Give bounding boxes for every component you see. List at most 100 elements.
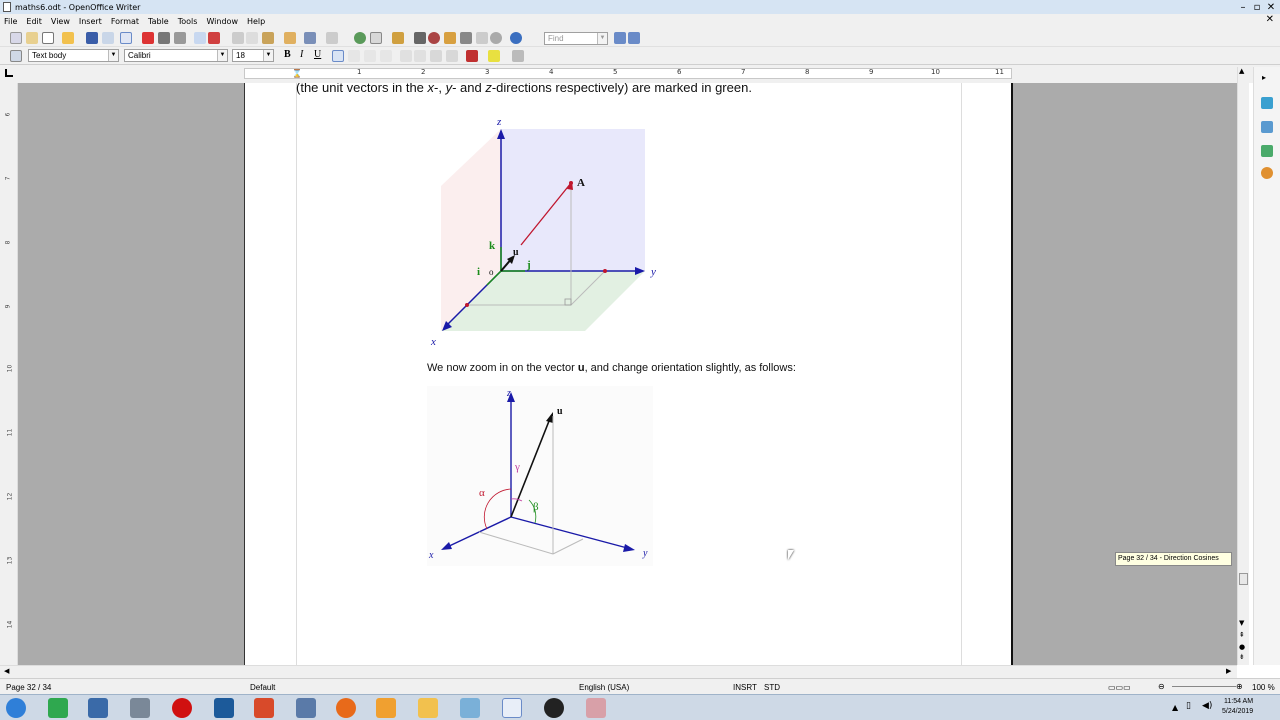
status-language[interactable]: English (USA) <box>579 683 629 692</box>
new-document-icon[interactable] <box>10 32 22 44</box>
edit-mode-icon[interactable] <box>120 32 132 44</box>
menu-format[interactable]: Format <box>111 17 139 26</box>
scroll-left-icon[interactable]: ◀ <box>4 667 9 675</box>
media-player-icon[interactable] <box>376 698 396 718</box>
styles-formatting-icon[interactable] <box>10 50 22 62</box>
chevron-down-icon[interactable]: ▼ <box>217 50 227 61</box>
numbering-icon[interactable] <box>400 50 412 62</box>
align-left-icon[interactable] <box>332 50 344 62</box>
document-workspace[interactable]: (the unit vectors in the x -, y - and z -di… <box>18 83 1237 665</box>
status-page-style[interactable]: Default <box>250 683 275 692</box>
nonprinting-chars-icon[interactable] <box>476 32 488 44</box>
vertical-scrollbar[interactable]: ▲ ▼ ⇞ ● ⇟ <box>1237 67 1249 665</box>
properties-icon[interactable] <box>1261 97 1273 109</box>
paragraph-style-select[interactable]: Text body ▼ <box>28 49 119 62</box>
opera-icon[interactable] <box>172 698 192 718</box>
paste-icon[interactable] <box>262 32 274 44</box>
underline-button[interactable]: U <box>314 49 321 60</box>
document-page[interactable]: (the unit vectors in the x -, y - and z -di… <box>244 83 1013 665</box>
scroll-up-icon[interactable]: ▲ <box>1239 67 1244 75</box>
zoom-out-icon[interactable]: ⊖ <box>1158 682 1165 691</box>
maximize-button[interactable]: ▫ <box>1250 0 1264 14</box>
email-icon[interactable] <box>102 32 114 44</box>
save-icon[interactable] <box>86 32 98 44</box>
clock-time[interactable]: 11:54 AM <box>1224 698 1253 705</box>
status-zoom[interactable]: 100 % <box>1252 683 1275 692</box>
minimize-button[interactable]: – <box>1236 0 1250 14</box>
styles-icon[interactable] <box>1261 121 1273 133</box>
draw-functions-icon[interactable] <box>392 32 404 44</box>
zoom-slider[interactable] <box>1172 686 1236 687</box>
menu-insert[interactable]: Insert <box>79 17 102 26</box>
new-icon[interactable] <box>42 32 54 44</box>
horizontal-scrollbar[interactable]: ◀ ▶ <box>0 665 1237 678</box>
navigation-icon[interactable]: ● <box>1239 643 1245 651</box>
bold-button[interactable]: B <box>284 49 291 60</box>
print-icon[interactable] <box>158 32 170 44</box>
scroll-right-icon[interactable]: ▶ <box>1226 667 1231 675</box>
zoom-in-icon[interactable]: ⊕ <box>1236 682 1243 691</box>
increase-indent-icon[interactable] <box>446 50 458 62</box>
background-color-icon[interactable] <box>512 50 524 62</box>
help-icon[interactable] <box>510 32 522 44</box>
status-page[interactable]: Page 32 / 34 <box>6 683 51 692</box>
menu-help[interactable]: Help <box>247 17 265 26</box>
menu-window[interactable]: Window <box>206 17 238 26</box>
export-pdf-icon[interactable] <box>142 32 154 44</box>
find-field[interactable]: Find ▼ <box>544 32 608 45</box>
table-icon[interactable] <box>370 32 382 44</box>
file-explorer-icon[interactable] <box>418 698 438 718</box>
app-icon-paint[interactable] <box>586 698 606 718</box>
chevron-down-icon[interactable]: ▼ <box>108 50 118 61</box>
app-icon-screen[interactable] <box>296 698 316 718</box>
edit-file-icon[interactable] <box>26 32 38 44</box>
chevron-down-icon[interactable]: ▼ <box>597 33 607 44</box>
volume-icon[interactable]: ◀) <box>1202 701 1212 711</box>
app-icon-green[interactable] <box>48 698 68 718</box>
navigator-icon[interactable] <box>1261 167 1273 179</box>
redo-icon[interactable] <box>326 32 338 44</box>
font-name-select[interactable]: Calibri ▼ <box>124 49 228 62</box>
menu-edit[interactable]: Edit <box>26 17 42 26</box>
gallery-icon[interactable] <box>1261 145 1273 157</box>
decrease-indent-icon[interactable] <box>430 50 442 62</box>
font-size-select[interactable]: 18 ▼ <box>232 49 274 62</box>
bullets-icon[interactable] <box>414 50 426 62</box>
next-page-icon[interactable]: ⇟ <box>1239 653 1245 661</box>
view-layout-icon[interactable]: ▭▭▭ <box>1108 683 1131 692</box>
align-right-icon[interactable] <box>364 50 376 62</box>
status-insert-mode[interactable]: INSRT <box>733 683 757 692</box>
close-window-button[interactable]: ✕ <box>1264 0 1278 14</box>
app-icon-window[interactable] <box>88 698 108 718</box>
tray-chevron-icon[interactable]: ▲ <box>1172 703 1178 712</box>
autospellcheck-icon[interactable] <box>208 32 220 44</box>
justify-icon[interactable] <box>380 50 392 62</box>
scroll-thumb[interactable] <box>1239 573 1248 585</box>
menu-file[interactable]: File <box>4 17 17 26</box>
calculator-icon[interactable] <box>130 698 150 718</box>
find-replace-icon[interactable] <box>414 32 426 44</box>
app-icon-pen[interactable] <box>460 698 480 718</box>
highlighting-icon[interactable] <box>488 50 500 62</box>
undo-icon[interactable] <box>304 32 316 44</box>
data-sources-icon[interactable] <box>460 32 472 44</box>
app-icon-blue[interactable] <box>214 698 234 718</box>
format-paintbrush-icon[interactable] <box>284 32 296 44</box>
network-icon[interactable]: ▯ <box>1186 701 1191 711</box>
app-icon-tiles[interactable] <box>254 698 274 718</box>
open-folder-icon[interactable] <box>62 32 74 44</box>
previous-page-icon[interactable]: ⇞ <box>1239 631 1245 639</box>
find-next-icon[interactable] <box>614 32 626 44</box>
navigator-icon[interactable] <box>428 32 440 44</box>
hyperlink-icon[interactable] <box>354 32 366 44</box>
menu-tools[interactable]: Tools <box>178 17 198 26</box>
spellcheck-icon[interactable] <box>194 32 206 44</box>
openoffice-writer-icon[interactable] <box>502 698 522 718</box>
gallery-icon[interactable] <box>444 32 456 44</box>
copy-icon[interactable] <box>246 32 258 44</box>
status-selection-mode[interactable]: STD <box>764 683 780 692</box>
font-color-icon[interactable] <box>466 50 478 62</box>
zoom-icon[interactable] <box>490 32 502 44</box>
sidebar-menu-icon[interactable]: ▸ <box>1262 73 1266 82</box>
indent-marker-icon[interactable]: ⌛ <box>292 69 302 78</box>
